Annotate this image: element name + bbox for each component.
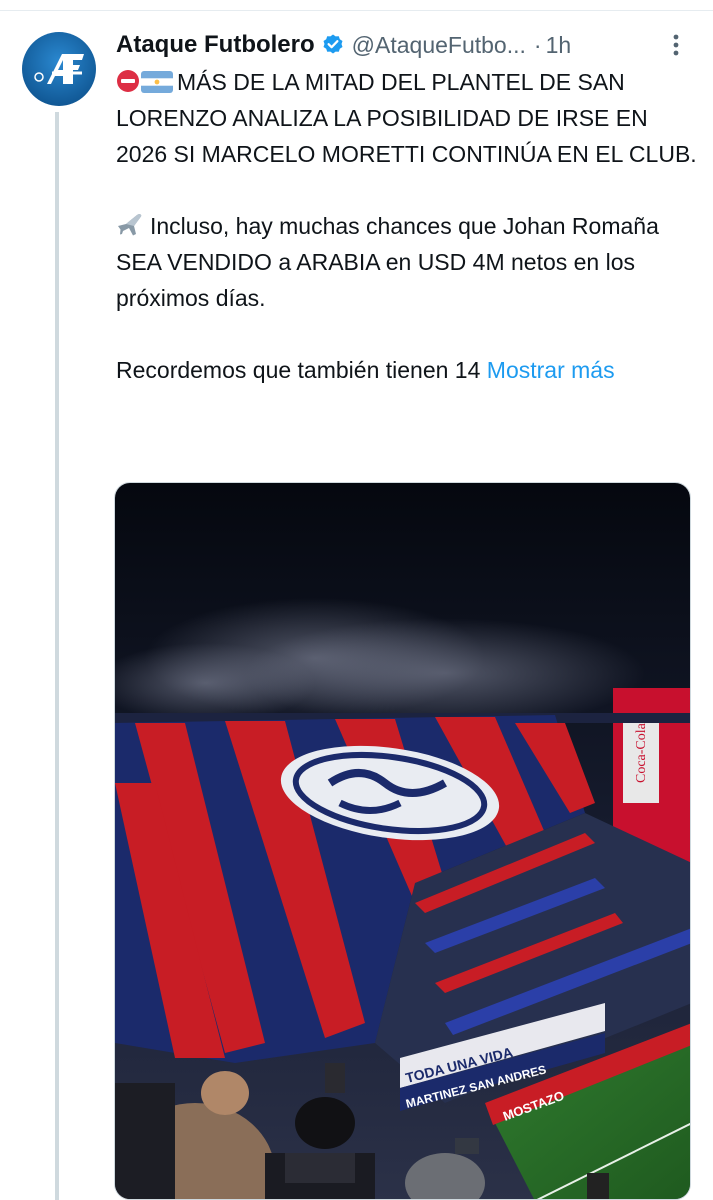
top-divider [0, 10, 713, 11]
paragraph-1: MÁS DE LA MITAD DEL PLANTEL DE SAN LOREN… [116, 64, 701, 172]
stadium-photo: Coca-Cola TODA UNA VIDA MARTINEZ SAN AND… [115, 483, 690, 1199]
thread-line [55, 112, 59, 1200]
separator-dot: · [533, 31, 542, 58]
paragraph-2-text: Incluso, hay muchas chances que Johan Ro… [116, 213, 659, 311]
more-options-icon[interactable] [664, 28, 688, 62]
avatar[interactable] [22, 32, 96, 106]
ataque-futbolero-logo [22, 32, 96, 106]
tweet-header: Ataque Futbolero @AtaqueFutbo... · 1h [116, 27, 571, 63]
paragraph-3: Recordemos que también tienen 14 Mostrar… [116, 352, 701, 388]
tweet-text: MÁS DE LA MITAD DEL PLANTEL DE SAN LOREN… [116, 64, 701, 388]
tweet-media-image[interactable]: Coca-Cola TODA UNA VIDA MARTINEZ SAN AND… [114, 482, 691, 1200]
airplane-icon [118, 214, 142, 236]
verified-badge-icon [323, 34, 343, 54]
show-more-link[interactable]: Mostrar más [487, 357, 615, 383]
author-handle[interactable]: @AtaqueFutbo... [352, 32, 526, 59]
timestamp[interactable]: 1h [546, 32, 572, 59]
paragraph-1-text: MÁS DE LA MITAD DEL PLANTEL DE SAN LOREN… [116, 69, 697, 167]
coca-cola-sign: Coca-Cola [634, 722, 649, 783]
argentina-flag-icon [141, 71, 173, 93]
no-entry-icon [117, 70, 139, 92]
author-name[interactable]: Ataque Futbolero [116, 31, 315, 59]
paragraph-2: Incluso, hay muchas chances que Johan Ro… [116, 208, 701, 316]
paragraph-3-text: Recordemos que también tienen 14 [116, 357, 481, 383]
